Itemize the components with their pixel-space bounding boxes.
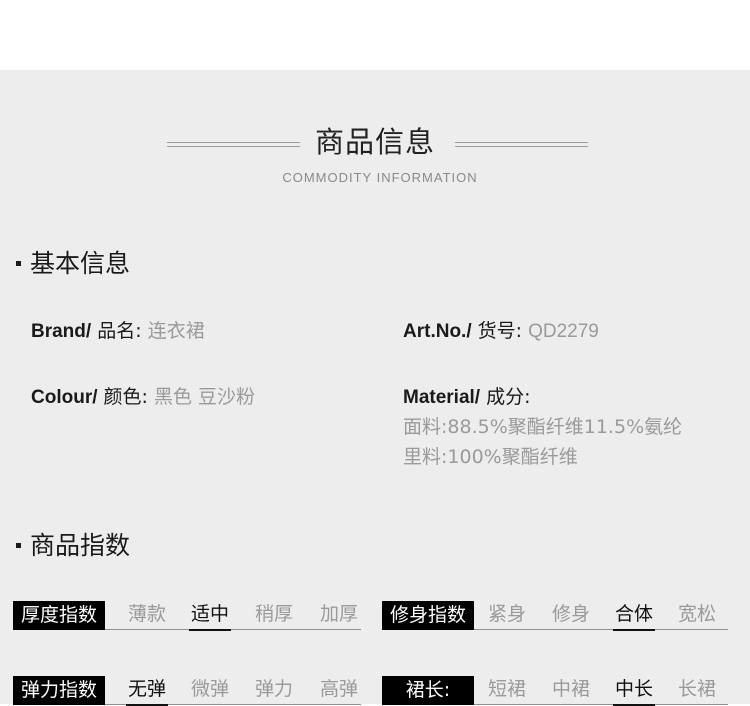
art-no-label-en: Art.No./ [403,321,472,342]
elasticity-index-label: 弹力指数 [13,676,105,705]
elasticity-index-row: 弹力指数 无弹 微弹 弹力 高弹 [13,673,361,705]
fit-option-slim: 修身 [551,603,590,625]
colour-label-en: Colour/ [31,387,98,408]
fit-options: 紧身 修身 合体 宽松 [474,599,728,630]
colour-field: Colour/ 颜色: 黑色 豆沙粉 [31,382,255,409]
brand-field: Brand/ 品名: 连衣裙 [31,316,205,343]
art-no-field: Art.No./ 货号: QD2279 [403,316,599,343]
fit-option-tight: 紧身 [487,603,526,625]
length-option-midi: 中长 [602,676,666,704]
product-index-heading-text: 商品指数 [30,531,131,560]
material-label-en: Material/ [403,387,481,408]
art-no-value: QD2279 [528,321,599,342]
basic-info-heading-text: 基本信息 [30,249,131,278]
title-divider-right [455,142,588,147]
fit-option-loose: 宽松 [677,603,716,625]
length-option-long: 长裙 [677,678,716,700]
thickness-index-label: 厚度指数 [13,601,105,630]
basic-info-heading: 基本信息 [16,244,130,280]
elasticity-options: 无弹 微弹 弹力 高弹 [105,674,361,705]
bullet-icon [16,542,21,548]
material-shell-line: 面料:88.5%聚酯纤维11.5%氨纶 [403,416,683,438]
colour-label-cn: 颜色: [103,386,148,408]
skirt-length-options: 短裙 中裙 中长 长裙 [474,674,728,705]
page-subtitle: COMMODITY INFORMATION [282,170,478,185]
fit-index-row: 修身指数 紧身 修身 合体 宽松 [382,598,728,630]
material-label-cn: 成分: [486,386,531,408]
thickness-options: 薄款 适中 稍厚 加厚 [105,599,361,630]
thickness-index-row: 厚度指数 薄款 适中 稍厚 加厚 [13,598,361,630]
thickness-option-slightly-thick: 稍厚 [254,603,293,625]
brand-value: 连衣裙 [147,320,205,342]
elasticity-option-slight: 微弹 [190,678,229,700]
skirt-length-row: 裙长: 短裙 中裙 中长 长裙 [382,673,728,705]
material-lining-line: 里料:100%聚酯纤维 [403,446,578,468]
brand-label-cn: 品名: [97,320,142,342]
length-option-short: 短裙 [487,678,526,700]
elasticity-option-high: 高弹 [319,678,358,700]
page-title: 商品信息 [314,125,435,159]
thickness-option-thin: 薄款 [127,603,166,625]
art-no-label-cn: 货号: [477,320,523,342]
brand-label-en: Brand/ [31,321,92,342]
thickness-option-thick: 加厚 [319,603,358,625]
top-blank-band [0,0,750,70]
elasticity-option-stretch: 弹力 [254,678,293,700]
title-divider-left [167,142,300,147]
product-index-heading: 商品指数 [16,526,130,562]
material-field: Material/ 成分: [403,382,531,409]
thickness-option-medium: 适中 [189,601,231,629]
skirt-length-label: 裙长: [382,676,474,705]
elasticity-option-none: 无弹 [105,676,189,704]
fit-option-regular: 合体 [602,601,666,629]
colour-value: 黑色 豆沙粉 [154,386,256,408]
fit-index-label: 修身指数 [382,601,474,630]
bullet-icon [16,260,21,266]
length-option-mid: 中裙 [551,678,590,700]
